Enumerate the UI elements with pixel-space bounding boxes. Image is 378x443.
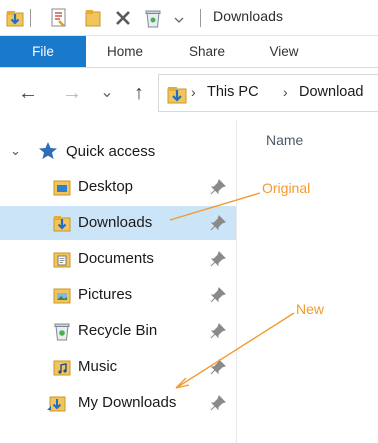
pin-icon[interactable] — [210, 323, 226, 339]
tab-file[interactable]: File — [0, 36, 86, 67]
recent-locations-button[interactable]: ⌄ — [98, 81, 116, 105]
up-arrow-icon: ↑ — [134, 82, 144, 104]
column-header-name[interactable]: Name — [266, 132, 303, 148]
pictures-folder-icon — [53, 288, 71, 304]
nav-item-label: My Downloads — [78, 394, 177, 411]
tab-view[interactable]: View — [254, 36, 314, 67]
nav-item-pictures[interactable]: Pictures — [0, 278, 236, 312]
nav-item-label: Recycle Bin — [78, 322, 158, 339]
nav-item-desktop[interactable]: Desktop — [0, 170, 236, 204]
breadcrumb-chevron-icon[interactable]: › — [191, 84, 196, 100]
annotation-original: Original — [262, 180, 311, 196]
up-button[interactable]: ↑ — [126, 81, 152, 105]
ribbon-tabs: File Home Share View — [0, 36, 378, 68]
back-button[interactable]: ← — [14, 81, 42, 105]
nav-item-label: Downloads — [78, 214, 153, 231]
nav-item-my-downloads[interactable]: My Downloads — [0, 386, 236, 420]
title-bar: Downloads — [0, 0, 378, 36]
pin-icon[interactable] — [210, 395, 226, 411]
quick-access-label: Quick access — [66, 143, 156, 160]
pin-icon[interactable] — [210, 215, 226, 231]
recycle-bin-icon[interactable] — [144, 8, 162, 28]
forward-button[interactable]: → — [58, 81, 86, 105]
recycle-bin-icon — [54, 323, 70, 341]
nav-item-label: Desktop — [78, 178, 134, 195]
pane-divider[interactable] — [236, 120, 237, 443]
tab-home[interactable]: Home — [88, 36, 162, 67]
delete-icon[interactable] — [114, 8, 132, 28]
documents-folder-icon — [53, 252, 71, 268]
pin-icon[interactable] — [210, 179, 226, 195]
annotation-new: New — [296, 301, 325, 317]
navigation-pane: ⌄ Quick access Desktop Downloads Documen… — [0, 130, 236, 443]
chevron-down-icon: ⌄ — [100, 84, 114, 101]
breadcrumb-this-pc[interactable]: This PC — [207, 84, 259, 100]
nav-item-label: Documents — [78, 250, 154, 267]
properties-icon[interactable] — [50, 8, 68, 28]
nav-item-label: Pictures — [78, 286, 133, 303]
pin-icon[interactable] — [210, 287, 226, 303]
breadcrumb-downloads[interactable]: Download — [299, 84, 364, 100]
downloads-folder-icon — [53, 216, 71, 232]
back-arrow-icon: ← — [18, 82, 38, 104]
pin-icon[interactable] — [210, 359, 226, 375]
my-downloads-folder-icon — [47, 396, 66, 412]
tab-share[interactable]: Share — [170, 36, 244, 67]
forward-arrow-icon: → — [62, 82, 82, 104]
desktop-folder-icon — [53, 180, 71, 196]
expand-chevron-icon[interactable]: ⌄ — [10, 143, 21, 159]
address-bar[interactable]: › This PC › Download — [158, 74, 378, 112]
toolbar-separator — [30, 9, 31, 27]
nav-item-recycle-bin[interactable]: Recycle Bin — [0, 314, 236, 348]
window-title: Downloads — [213, 8, 284, 24]
breadcrumb-chevron-icon[interactable]: › — [283, 84, 288, 100]
nav-item-music[interactable]: Music — [0, 350, 236, 384]
nav-item-label: Music — [78, 358, 118, 375]
explorer-app-icon[interactable] — [6, 8, 24, 28]
customize-chevron-icon[interactable] — [172, 8, 186, 28]
downloads-folder-icon — [167, 87, 187, 104]
star-icon — [39, 142, 57, 159]
quick-access-header[interactable]: ⌄ Quick access — [0, 138, 236, 166]
music-folder-icon — [53, 360, 71, 376]
nav-item-documents[interactable]: Documents — [0, 242, 236, 276]
nav-item-downloads[interactable]: Downloads — [0, 206, 236, 240]
toolbar-separator — [200, 9, 201, 27]
pin-icon[interactable] — [210, 251, 226, 267]
new-folder-icon[interactable] — [84, 8, 102, 28]
